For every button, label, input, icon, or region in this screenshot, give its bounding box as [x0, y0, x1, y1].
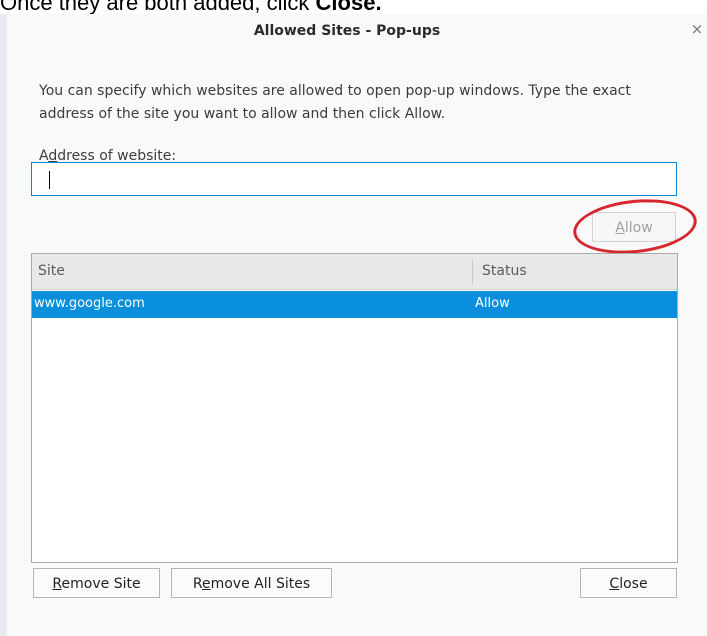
caption-text: Once they are both added, click	[0, 0, 316, 15]
address-input[interactable]	[31, 162, 677, 196]
column-header-site[interactable]: Site	[38, 263, 65, 279]
window-frame-edge	[0, 14, 7, 636]
caption-bold: Close.	[315, 0, 382, 15]
dialog-description: You can specify which websites are allow…	[39, 83, 631, 122]
dialog-titlebar: Allowed Sites - Pop-ups ×	[7, 14, 707, 50]
remove-all-sites-button[interactable]: Remove All Sites	[171, 568, 332, 598]
row-status: Allow	[475, 296, 510, 311]
close-icon[interactable]: ×	[689, 20, 705, 38]
row-site: www.google.com	[34, 296, 145, 311]
remove-site-button[interactable]: Remove Site	[33, 568, 160, 598]
dialog-title: Allowed Sites - Pop-ups	[253, 23, 441, 39]
table-row[interactable]: www.google.com Allow	[32, 291, 677, 318]
text-caret	[49, 171, 50, 189]
column-divider	[472, 260, 473, 284]
close-button[interactable]: Close	[580, 568, 677, 598]
sites-list[interactable]: Site Status www.google.com Allow	[31, 253, 678, 563]
list-header: Site Status	[32, 254, 677, 290]
column-header-status[interactable]: Status	[482, 263, 527, 279]
